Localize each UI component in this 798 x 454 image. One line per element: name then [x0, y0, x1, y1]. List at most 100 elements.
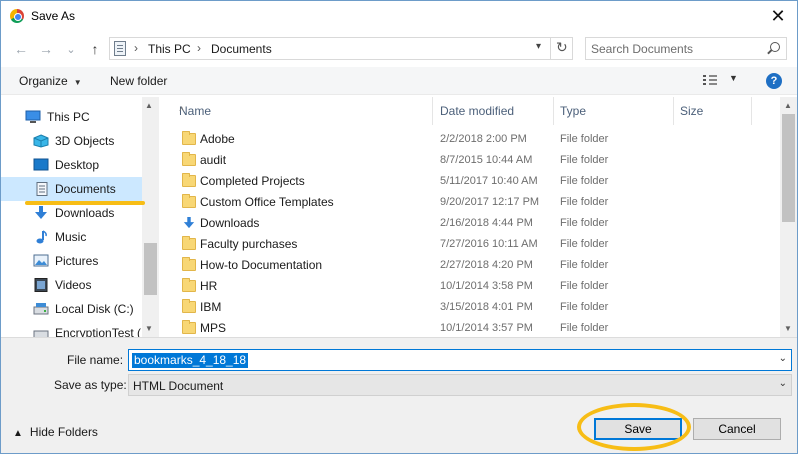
breadcrumb-this-pc[interactable]: This PC — [148, 42, 191, 56]
scroll-down-icon[interactable]: ▼ — [784, 324, 792, 333]
sidebar-item-label: Desktop — [55, 158, 100, 172]
file-row[interactable]: Downloads 2/16/2018 4:44 PM File folder — [179, 213, 779, 234]
back-arrow-icon[interactable]: ← — [11, 39, 31, 59]
column-header-name[interactable]: Name ˄ — [173, 97, 433, 125]
save-as-type-select[interactable]: HTML Document ⌄ — [128, 374, 792, 396]
file-type: File folder — [560, 175, 609, 187]
pc-icon — [25, 110, 41, 123]
command-bar: Organize ▼ New folder ▼ ? — [1, 67, 797, 95]
sidebar-item-label: Downloads — [55, 206, 115, 220]
file-date: 2/27/2018 4:20 PM — [440, 259, 533, 271]
chevron-down-icon[interactable]: ⌄ — [779, 378, 787, 389]
address-bar[interactable]: › This PC › Documents ▾ ↻ — [109, 37, 573, 60]
sidebar-item-label: Pictures — [55, 254, 99, 268]
sidebar-item-local-disk[interactable]: Local Disk (C:) — [1, 297, 142, 321]
file-type: File folder — [560, 217, 609, 229]
document-icon — [36, 182, 48, 196]
sidebar-item-pictures[interactable]: Pictures — [1, 249, 142, 273]
file-type: File folder — [560, 133, 609, 145]
file-type: File folder — [560, 154, 609, 166]
refresh-icon[interactable]: ↻ — [556, 39, 568, 56]
column-header-size[interactable]: Size — [674, 97, 752, 125]
breadcrumb-documents[interactable]: Documents — [211, 42, 272, 56]
file-name: Completed Projects — [200, 174, 305, 188]
column-header-type[interactable]: Type — [554, 97, 674, 125]
sidebar-item-3d-objects[interactable]: 3D Objects — [1, 129, 142, 153]
file-row[interactable]: Completed Projects 5/11/2017 10:40 AM Fi… — [179, 171, 779, 192]
sidebar-item-documents[interactable]: Documents — [1, 177, 142, 201]
file-date: 8/7/2015 10:44 AM — [440, 154, 533, 166]
file-name-field[interactable]: bookmarks_4_18_18 ⌄ — [128, 349, 792, 371]
file-row[interactable]: Custom Office Templates 9/20/2017 12:17 … — [179, 192, 779, 213]
file-type: File folder — [560, 259, 609, 271]
file-row[interactable]: IBM 3/15/2018 4:01 PM File folder — [179, 297, 779, 318]
recent-locations-icon[interactable]: ⌄ — [61, 39, 81, 59]
search-input[interactable] — [591, 41, 761, 57]
documents-highlight-underline — [25, 201, 145, 205]
sidebar-item-label: Documents — [55, 182, 116, 196]
file-name: MPS — [200, 321, 227, 335]
sidebar-item-encryption-test[interactable]: EncryptionTest ( — [1, 321, 142, 337]
folder-icon — [182, 278, 196, 292]
cancel-button[interactable]: Cancel — [693, 418, 781, 440]
forward-arrow-icon[interactable]: → — [36, 39, 56, 59]
sidebar-item-music[interactable]: Music — [1, 225, 142, 249]
file-list-scrollbar[interactable]: ▲ ▼ — [780, 97, 797, 337]
file-row[interactable]: Faculty purchases 7/27/2016 10:11 AM Fil… — [179, 234, 779, 255]
music-icon — [36, 230, 47, 244]
sidebar-item-videos[interactable]: Videos — [1, 273, 142, 297]
file-row[interactable]: audit 8/7/2015 10:44 AM File folder — [179, 150, 779, 171]
file-type: File folder — [560, 238, 609, 250]
sidebar-item-label: EncryptionTest ( — [55, 326, 142, 337]
sidebar-item-label: This PC — [47, 110, 90, 124]
file-name: Faculty purchases — [200, 237, 298, 251]
scroll-down-icon[interactable]: ▼ — [145, 324, 153, 333]
hide-folders-button[interactable]: ▲ Hide Folders — [13, 425, 98, 439]
folder-icon — [182, 194, 196, 208]
search-box[interactable] — [585, 37, 787, 60]
disk-icon — [33, 330, 49, 337]
sidebar-item-label: Videos — [55, 278, 92, 292]
download-icon — [183, 217, 195, 229]
column-label: Type — [560, 104, 587, 118]
help-icon[interactable]: ? — [766, 73, 782, 89]
document-icon — [114, 41, 126, 56]
title-bar[interactable]: Save As ✕ — [1, 1, 797, 31]
chevron-down-icon[interactable]: ▾ — [536, 41, 541, 52]
up-arrow-icon[interactable]: ↑ — [85, 39, 105, 59]
folder-icon — [182, 320, 196, 334]
close-button[interactable]: ✕ — [763, 3, 793, 29]
file-date: 10/1/2014 3:57 PM — [440, 322, 533, 334]
file-name: HR — [200, 279, 218, 293]
file-type: File folder — [560, 280, 609, 292]
new-folder-button[interactable]: New folder — [110, 74, 167, 88]
sidebar-scrollbar[interactable]: ▲ ▼ — [142, 97, 159, 337]
organize-button[interactable]: Organize ▼ — [19, 74, 82, 88]
scroll-up-icon[interactable]: ▲ — [145, 101, 153, 110]
list-view-icon — [703, 75, 717, 86]
scroll-up-icon[interactable]: ▲ — [784, 101, 792, 110]
search-icon[interactable] — [770, 42, 780, 52]
chevron-down-icon: ▼ — [729, 73, 738, 83]
save-as-dialog: Save As ✕ ← → ⌄ ↑ › This PC › Documents … — [0, 0, 798, 454]
chrome-icon — [10, 9, 24, 23]
column-header-date[interactable]: Date modified — [434, 97, 554, 125]
cube-icon — [33, 134, 49, 148]
sidebar-item-this-pc[interactable]: This PC — [1, 105, 142, 129]
file-row[interactable]: MPS 10/1/2014 3:57 PM File folder — [179, 318, 779, 337]
file-row[interactable]: How-to Documentation 2/27/2018 4:20 PM F… — [179, 255, 779, 276]
file-row[interactable]: Adobe 2/2/2018 2:00 PM File folder — [179, 129, 779, 150]
sidebar-item-label: Music — [55, 230, 87, 244]
save-as-type-value: HTML Document — [133, 379, 224, 393]
sidebar-item-desktop[interactable]: Desktop — [1, 153, 142, 177]
folder-icon — [182, 152, 196, 166]
scrollbar-thumb[interactable] — [144, 243, 157, 295]
video-icon — [34, 278, 48, 292]
file-row[interactable]: HR 10/1/2014 3:58 PM File folder — [179, 276, 779, 297]
chevron-up-icon: ▲ — [13, 428, 23, 439]
sidebar-item-label: Local Disk (C:) — [55, 302, 134, 316]
change-view-button[interactable]: ▼ — [703, 73, 743, 89]
chevron-down-icon[interactable]: ⌄ — [779, 353, 787, 364]
file-name-value[interactable]: bookmarks_4_18_18 — [132, 353, 249, 368]
scrollbar-thumb[interactable] — [782, 114, 795, 222]
